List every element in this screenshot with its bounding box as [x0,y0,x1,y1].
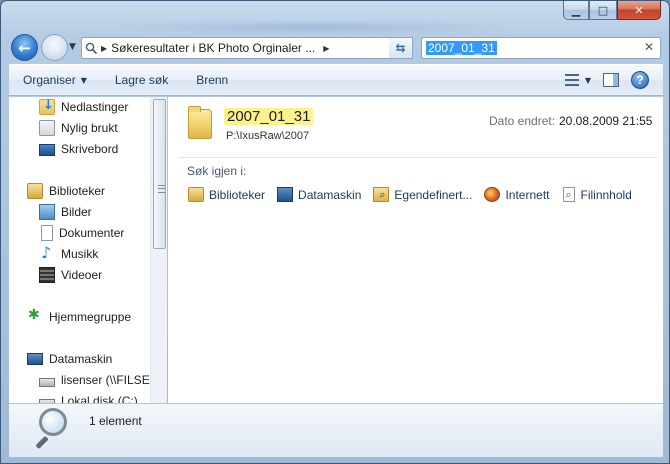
close-button[interactable]: ✕ [617,1,661,20]
sidebar-item-desktop[interactable]: Skrivebord [39,139,118,159]
search-again-file-contents[interactable]: Filinnhold [561,187,632,202]
sidebar-item-computer[interactable]: Datamaskin [27,349,112,369]
search-results-pane: 2007_01_31 P:\IxusRaw\2007 Dato endret: … [168,97,663,403]
change-view-icon[interactable] [564,74,579,86]
search-again-libraries[interactable]: Biblioteker [188,187,265,202]
maximize-button[interactable]: □ [589,1,617,20]
grip-icon [158,185,165,193]
address-row: ← → ▼ ▶ Søkeresultater i BK Photo Orgina… [9,34,663,62]
address-bar[interactable]: ▶ Søkeresultater i BK Photo Orginaler ..… [81,37,413,59]
scrollbar-thumb[interactable] [153,99,166,249]
forward-button[interactable]: → [41,34,68,61]
videos-icon [39,267,55,283]
sidebar-item-documents[interactable]: Dokumenter [39,223,124,243]
search-input[interactable]: 2007_01_31 ✕ [421,37,661,59]
sidebar-item-downloads[interactable]: Nedlastinger [39,97,128,117]
recent-places-icon [39,120,55,136]
sidebar-item-label: Videoer [61,268,103,282]
forward-arrow-icon: → [48,38,61,57]
sidebar-item-music[interactable]: Musikk [39,243,99,264]
search-again-label: Søk igjen i: [187,164,247,178]
view-options-chevron-icon[interactable]: ▼ [585,76,591,85]
divider [178,157,658,158]
file-contents-icon [563,187,576,202]
sidebar-item-local-disk[interactable]: Lokal disk (C:) [39,391,138,403]
sidebar-item-network-drive[interactable]: lisenser (\\FILSEV [39,370,158,390]
toolbar-right: ▼ ? [564,71,649,89]
internet-icon [484,187,501,202]
search-again-computer[interactable]: Datamaskin [277,187,361,202]
sidebar-item-label: Bilder [61,205,92,219]
organize-label: Organiser [23,73,76,87]
sidebar-item-label: Dokumenter [59,226,125,240]
minimize-button[interactable]: ▁ [563,1,589,20]
search-again-internet[interactable]: Internett [484,187,549,202]
back-button[interactable]: ← [11,34,38,61]
sidebar-item-libraries[interactable]: Biblioteker [27,181,105,201]
search-again-label-internet: Internett [505,187,550,202]
search-query[interactable]: 2007_01_31 [426,41,497,55]
save-search-button[interactable]: Lagre søk [101,73,182,87]
sidebar-item-recent[interactable]: Nylig brukt [39,118,118,138]
sidebar-item-label: Nylig brukt [61,121,118,135]
homegroup-icon [27,307,43,325]
item-count: 1 element [89,414,142,428]
search-again-label-custom: Egendefinert... [394,187,473,202]
sidebar-item-label: lisenser (\\FILSEV [61,373,158,387]
sidebar-item-homegroup[interactable]: Hjemmegruppe [27,307,131,327]
recent-pages-dropdown[interactable]: ▼ [69,42,76,52]
folder-icon[interactable] [188,106,212,139]
sidebar-item-label: Hjemmegruppe [49,310,132,324]
command-bar: Organiser ▼ Lagre søk Brenn ▼ ? [9,64,663,96]
network-drive-icon [39,377,55,387]
downloads-icon [39,98,55,115]
details-pane: 1 element [9,403,663,457]
music-icon [39,243,55,262]
navigation-pane: Nedlastinger Nylig brukt Skrivebord Bibl… [9,97,167,403]
preview-pane-icon[interactable] [603,73,619,87]
computer-icon [277,187,294,202]
documents-icon [41,225,53,241]
sidebar-item-label: Biblioteker [49,184,106,198]
libraries-icon [27,183,43,199]
help-icon[interactable]: ? [631,71,649,89]
sidebar-item-label: Datamaskin [49,352,113,366]
breadcrumb-chevron-icon[interactable]: ▶ [323,44,329,53]
background-window-blur [121,23,501,31]
search-again-label-libraries: Biblioteker [209,187,266,202]
sidebar-item-label: Musikk [61,247,99,261]
clear-search-icon[interactable]: ✕ [644,40,654,54]
refresh-button[interactable]: ⇆ [389,37,413,59]
date-modified-label: Dato endret: [489,114,556,128]
result-folder-name[interactable]: 2007_01_31 [224,108,314,125]
computer-icon [27,353,43,365]
organize-button[interactable]: Organiser ▼ [9,73,101,87]
search-again-label-computer: Datamaskin [298,187,362,202]
sidebar-item-label: Lokal disk (C:) [61,394,138,403]
caption-buttons: ▁ □ ✕ [563,1,661,20]
chevron-down-icon: ▼ [80,75,87,85]
custom-search-icon [373,187,390,202]
desktop-icon [39,144,55,156]
libraries-icon [188,187,204,202]
back-arrow-icon: ← [18,38,31,57]
navigation-scrollbar[interactable] [150,97,167,403]
breadcrumb-current[interactable]: Søkeresultater i BK Photo Orginaler ... [111,41,315,55]
result-folder-path: P:\IxusRaw\2007 [226,130,310,142]
sidebar-item-videos[interactable]: Videoer [39,265,102,285]
breadcrumb-separator-icon[interactable]: ▶ [101,44,107,53]
pictures-icon [39,204,55,220]
search-location-icon [82,38,100,58]
sidebar-item-label: Nedlastinger [61,100,129,114]
search-again-custom[interactable]: Egendefinert... [373,187,472,202]
sidebar-item-label: Skrivebord [61,142,119,156]
burn-button[interactable]: Brenn [182,73,242,87]
search-again-options: Biblioteker Datamaskin Egendefinert... I… [188,187,644,202]
date-modified-value: 20.08.2009 21:55 [559,114,653,128]
explorer-window: ▁ □ ✕ ← → ▼ ▶ Søkeresultater i BK Photo … [0,0,670,464]
search-magnifier-icon [33,408,69,450]
sidebar-item-pictures[interactable]: Bilder [39,202,92,222]
search-again-label-file-contents: Filinnhold [580,187,632,202]
